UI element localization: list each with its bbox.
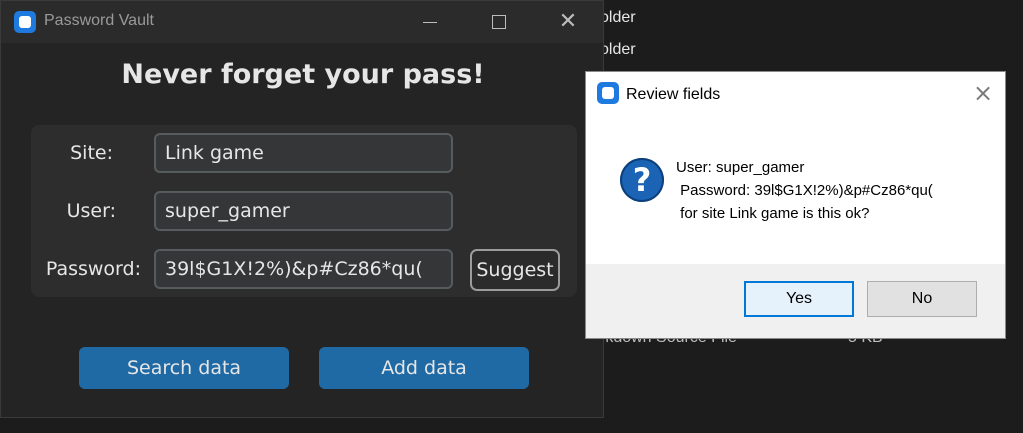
title-bar[interactable]: Password Vault ✕ <box>1 1 603 43</box>
password-vault-window: Password Vault ✕ Never forget your pass!… <box>0 0 604 418</box>
add-data-button[interactable]: Add data <box>319 347 529 389</box>
close-button[interactable]: ✕ <box>533 1 603 43</box>
page-heading: Never forget your pass! <box>121 59 485 90</box>
app-square-icon <box>14 11 36 33</box>
user-label: User: <box>66 200 116 222</box>
dialog-title: Review fields <box>626 86 721 103</box>
maximize-icon <box>492 15 506 29</box>
search-data-button[interactable]: Search data <box>79 347 289 389</box>
close-icon: ✕ <box>558 9 578 34</box>
user-input[interactable]: super_gamer <box>154 191 453 231</box>
password-label: Password: <box>45 258 141 280</box>
question-icon: ? <box>620 158 664 202</box>
yes-button[interactable]: Yes <box>744 281 854 317</box>
dialog-close-icon[interactable]: × <box>970 80 996 106</box>
app-square-icon <box>597 82 619 104</box>
bg-folder-row-2: older <box>600 41 636 58</box>
bg-folder-row-1: older <box>600 9 636 26</box>
dialog-message-site: for site Link game is this ok? <box>676 205 870 222</box>
window-title: Password Vault <box>44 12 154 29</box>
no-button[interactable]: No <box>867 281 977 317</box>
review-fields-dialog: Review fields × ? User: super_gamer Pass… <box>585 71 1006 339</box>
screen: older older rkdown Source File 5 KB Pass… <box>0 0 1023 433</box>
dialog-footer: Yes No <box>586 264 1005 338</box>
minimize-icon <box>423 21 437 23</box>
suggest-button[interactable]: Suggest <box>470 249 560 291</box>
site-input[interactable]: Link game <box>154 133 453 173</box>
maximize-button[interactable] <box>464 1 534 43</box>
dialog-message-password: Password: 39l$G1X!2%)&p#Cz86*qu( <box>676 182 933 199</box>
dialog-message-user: User: super_gamer <box>676 159 805 176</box>
minimize-button[interactable] <box>395 1 465 43</box>
site-label: Site: <box>70 142 113 164</box>
password-input[interactable]: 39l$G1X!2%)&p#Cz86*qu( <box>154 249 453 289</box>
